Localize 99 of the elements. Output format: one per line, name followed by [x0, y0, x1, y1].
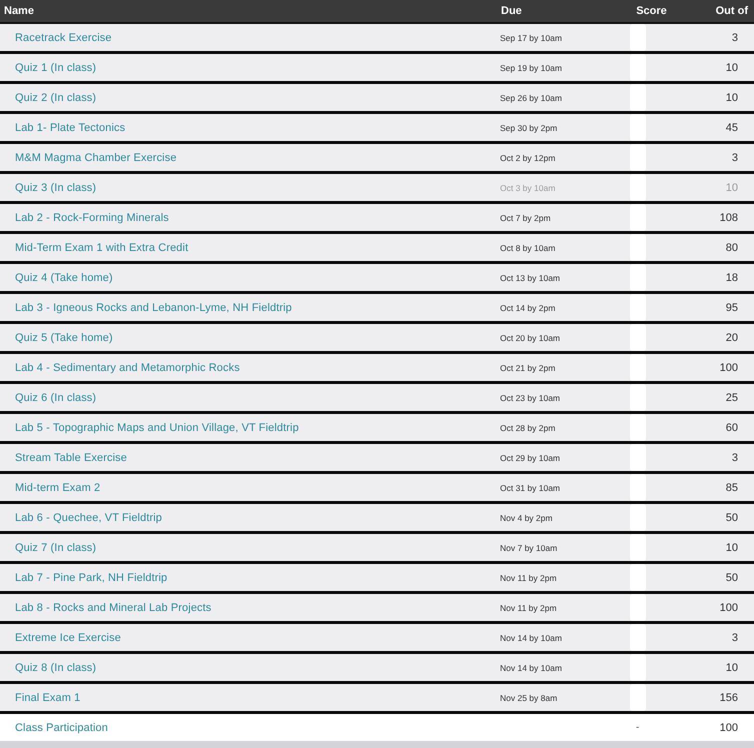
points-possible: 156 — [720, 692, 739, 704]
due-date: Nov 11 by 2pm — [499, 572, 557, 582]
assignment-link[interactable]: Quiz 1 (In class) — [0, 62, 96, 74]
due-date: Nov 14 by 10am — [499, 632, 562, 642]
redaction-mark — [630, 684, 646, 711]
due-date: Oct 3 by 10am — [499, 182, 556, 192]
redaction-mark — [630, 294, 646, 321]
assignment-link[interactable]: Lab 7 - Pine Park, NH Fieldtrip — [0, 572, 168, 584]
points-possible: 108 — [720, 212, 739, 224]
redaction-mark — [630, 534, 646, 561]
points-possible: 50 — [726, 512, 739, 524]
due-date: Nov 14 by 10am — [499, 662, 562, 672]
points-possible: 100 — [720, 362, 739, 374]
points-possible: 100 — [720, 602, 739, 614]
column-header: Out of — [714, 5, 749, 17]
redaction-mark — [630, 354, 646, 381]
score: - — [636, 722, 640, 733]
redaction-mark — [630, 54, 646, 81]
assignment-link[interactable]: Quiz 4 (Take home) — [0, 272, 113, 284]
column-header: Due — [500, 5, 523, 17]
redaction-mark — [630, 384, 646, 411]
assignment-link[interactable]: Quiz 6 (In class) — [0, 392, 96, 404]
due-date: Oct 20 by 10am — [499, 332, 560, 342]
redaction-mark — [630, 24, 646, 51]
points-possible: 60 — [726, 422, 739, 434]
due-date: Oct 13 by 10am — [499, 272, 560, 282]
due-date: Nov 25 by 8am — [499, 692, 558, 702]
due-date: Sep 17 by 10am — [499, 32, 562, 42]
redaction-mark — [630, 414, 646, 441]
redaction-mark — [630, 324, 646, 351]
redaction-mark — [630, 84, 646, 111]
points-possible: 100 — [720, 722, 739, 734]
assignment-link[interactable]: Lab 5 - Topographic Maps and Union Village, VT Fieldtrip — [0, 422, 299, 434]
due-date: Nov 4 by 2pm — [499, 512, 552, 522]
due-date: Oct 14 by 2pm — [499, 302, 556, 312]
due-date: Nov 11 by 2pm — [499, 602, 557, 612]
due-date: Oct 23 by 10am — [499, 392, 560, 402]
assignment-link[interactable]: Lab 4 - Sedimentary and Metamorphic Rocks — [0, 362, 240, 374]
due-date: Oct 21 by 2pm — [499, 362, 556, 372]
points-possible: 50 — [726, 572, 739, 584]
assignment-link[interactable]: Quiz 5 (Take home) — [0, 332, 113, 344]
due-date: Oct 2 by 12pm — [499, 152, 556, 162]
assignment-link[interactable]: Final Exam 1 — [0, 692, 80, 704]
due-date: Oct 31 by 10am — [499, 482, 560, 492]
assignment-link[interactable]: M&M Magma Chamber Exercise — [0, 152, 177, 164]
points-possible: 10 — [726, 662, 739, 674]
redaction-mark — [630, 624, 646, 651]
column-header: Score — [635, 5, 668, 17]
due-date: Oct 29 by 10am — [499, 452, 560, 462]
points-possible: 3 — [732, 632, 739, 644]
assignment-link[interactable]: Lab 3 - Igneous Rocks and Lebanon-Lyme, NH Fieldtrip — [0, 302, 292, 314]
points-possible: 10 — [726, 92, 739, 104]
due-date: Sep 19 by 10am — [499, 62, 562, 72]
redaction-mark — [630, 144, 646, 171]
assignment-link[interactable]: Quiz 3 (In class) — [0, 182, 96, 194]
due-date: Oct 8 by 10am — [499, 242, 556, 252]
points-possible: 3 — [732, 152, 739, 164]
points-possible: 18 — [726, 272, 739, 284]
points-possible: 20 — [726, 332, 739, 344]
assignment-link[interactable]: Lab 1- Plate Tectonics — [0, 122, 126, 134]
points-possible: 10 — [726, 182, 739, 194]
redaction-mark — [630, 474, 646, 501]
redaction-mark — [630, 444, 646, 471]
points-possible: 25 — [726, 392, 739, 404]
points-possible: 85 — [726, 482, 739, 494]
redaction-mark — [630, 114, 646, 141]
points-possible: 3 — [732, 32, 739, 44]
assignment-link[interactable]: Lab 2 - Rock-Forming Minerals — [0, 212, 169, 224]
assignment-link[interactable]: Mid-Term Exam 1 with Extra Credit — [0, 242, 188, 254]
redaction-mark — [630, 204, 646, 231]
due-date: Sep 26 by 10am — [499, 92, 562, 102]
assignment-link[interactable]: Quiz 2 (In class) — [0, 92, 96, 104]
redaction-mark — [630, 264, 646, 291]
column-header: Name — [3, 5, 35, 17]
points-possible: 95 — [726, 302, 739, 314]
points-possible: 45 — [726, 122, 739, 134]
redaction-mark — [630, 594, 646, 621]
assignment-link[interactable]: Mid-term Exam 2 — [0, 482, 100, 494]
assignment-link[interactable]: Quiz 7 (In class) — [0, 542, 96, 554]
points-possible: 3 — [732, 452, 739, 464]
due-date: Sep 30 by 2pm — [499, 122, 558, 132]
points-possible: 10 — [726, 542, 739, 554]
redaction-mark — [630, 564, 646, 591]
redaction-mark — [630, 174, 646, 201]
redaction-mark — [630, 234, 646, 261]
points-possible: 10 — [726, 62, 739, 74]
assignment-link[interactable]: Stream Table Exercise — [0, 452, 127, 464]
assignment-link[interactable]: Lab 8 - Rocks and Mineral Lab Projects — [0, 602, 212, 614]
due-date: Oct 7 by 2pm — [499, 212, 551, 222]
assignment-link[interactable]: Racetrack Exercise — [0, 32, 112, 44]
assignment-link[interactable]: Class Participation — [0, 722, 108, 734]
assignment-link[interactable]: Quiz 8 (In class) — [0, 662, 96, 674]
due-date: Oct 28 by 2pm — [499, 422, 556, 432]
redaction-mark — [630, 504, 646, 531]
assignment-link[interactable]: Extreme Ice Exercise — [0, 632, 121, 644]
due-date: Nov 7 by 10am — [499, 542, 558, 552]
assignment-link[interactable]: Lab 6 - Quechee, VT Fieldtrip — [0, 512, 162, 524]
points-possible: 80 — [726, 242, 739, 254]
redaction-mark — [630, 654, 646, 681]
